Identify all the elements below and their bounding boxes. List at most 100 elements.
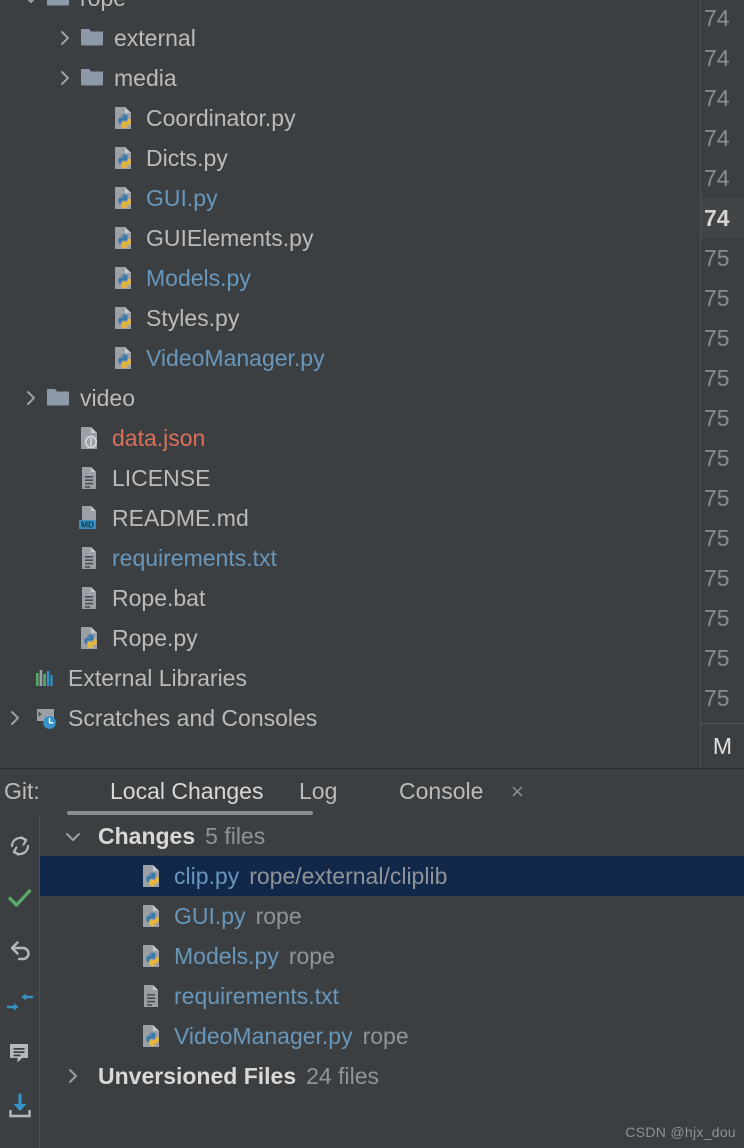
- tab-log[interactable]: Log: [299, 769, 337, 814]
- tree-item-label: requirements.txt: [112, 545, 277, 571]
- tree-item-models-py[interactable]: Models.py: [0, 258, 700, 298]
- markdown-file-icon: MD: [76, 498, 106, 538]
- line-number: 74: [704, 5, 730, 31]
- changed-file-name: GUI.py: [174, 903, 246, 929]
- svg-text:MD: MD: [81, 519, 94, 529]
- tree-item-readme-md[interactable]: MD README.md: [0, 498, 700, 538]
- changed-file-row[interactable]: VideoManager.py rope: [40, 1016, 744, 1056]
- python-file-icon: [138, 896, 168, 936]
- group-label: Unversioned Files: [98, 1063, 297, 1089]
- git-window-label: Git:: [4, 778, 40, 804]
- tree-item-rope-bat[interactable]: Rope.bat: [0, 578, 700, 618]
- tree-item-label: Styles.py: [146, 305, 240, 331]
- chevron-right-icon[interactable]: [60, 1056, 86, 1096]
- tree-item-data-json[interactable]: data.json: [0, 418, 700, 458]
- refresh-icon: [7, 833, 33, 859]
- tree-item-label: video: [80, 385, 135, 411]
- diff-arrows-icon: [6, 989, 34, 1015]
- line-number: 75: [704, 325, 730, 351]
- git-side-toolbar: [0, 816, 40, 1148]
- download-arrow-icon: [7, 1093, 33, 1119]
- group-count: 5 files: [205, 823, 266, 849]
- python-file-icon: [110, 298, 140, 338]
- tree-item-styles-py[interactable]: Styles.py: [0, 298, 700, 338]
- tree-item-guielements-py[interactable]: GUIElements.py: [0, 218, 700, 258]
- changed-file-row[interactable]: requirements.txt: [40, 976, 744, 1016]
- line-number: 75: [704, 405, 730, 431]
- tree-item-label: rope: [80, 0, 126, 18]
- line-number: 75: [704, 645, 730, 671]
- refresh-button[interactable]: [0, 820, 40, 872]
- tree-item-label: LICENSE: [112, 465, 211, 491]
- show-diff-button[interactable]: [0, 976, 40, 1028]
- tree-item-coordinator-py[interactable]: Coordinator.py: [0, 98, 700, 138]
- changed-file-row[interactable]: GUI.py rope: [40, 896, 744, 936]
- chevron-down-icon[interactable]: [60, 816, 86, 856]
- line-number: 75: [704, 285, 730, 311]
- python-file-icon: [110, 258, 140, 298]
- changes-group-unversioned-files[interactable]: Unversioned Files 24 files: [40, 1056, 744, 1096]
- chevron-right-icon[interactable]: [52, 18, 78, 58]
- tree-item-video[interactable]: video: [0, 378, 700, 418]
- chevron-right-icon[interactable]: [2, 698, 28, 738]
- chevron-down-icon[interactable]: [18, 0, 44, 18]
- line-number: 74: [704, 45, 730, 71]
- changes-group-changes[interactable]: Changes 5 files: [40, 816, 744, 856]
- tree-item-dicts-py[interactable]: Dicts.py: [0, 138, 700, 178]
- changed-file-path: rope: [255, 903, 302, 929]
- tree-item-label: Rope.bat: [112, 585, 206, 611]
- text-file-icon: [76, 578, 106, 618]
- changed-file-row[interactable]: Models.py rope: [40, 936, 744, 976]
- editor-bottom-marker: M: [712, 733, 733, 759]
- chevron-right-icon[interactable]: [52, 58, 78, 98]
- changed-file-path: rope: [288, 943, 335, 969]
- git-tool-window: Git: Local Changes Log Console × Changes 5 f…: [0, 768, 744, 1148]
- line-number: 75: [704, 485, 730, 511]
- tree-item-label: GUI.py: [146, 185, 218, 211]
- python-file-icon: [110, 218, 140, 258]
- tab-console[interactable]: Console: [399, 769, 483, 814]
- close-icon[interactable]: ×: [511, 769, 524, 814]
- local-changes-list[interactable]: Changes 5 files clip.py rope/external/clipl…: [40, 816, 744, 1148]
- python-file-icon: [110, 178, 140, 218]
- checkmark-icon: [6, 884, 34, 912]
- line-number: 74: [704, 85, 730, 111]
- project-tree[interactable]: rope external media Coordinator.py Dicts.py G…: [0, 0, 700, 768]
- changed-file-name: clip.py: [174, 863, 240, 889]
- python-file-icon: [138, 1016, 168, 1056]
- tree-item-gui-py[interactable]: GUI.py: [0, 178, 700, 218]
- group-label: Changes: [98, 823, 196, 849]
- tab-local-changes[interactable]: Local Changes: [110, 769, 263, 814]
- tree-item-media[interactable]: media: [0, 58, 700, 98]
- line-number: 75: [704, 445, 730, 471]
- tree-item-external[interactable]: external: [0, 18, 700, 58]
- tree-item-rope-py[interactable]: Rope.py: [0, 618, 700, 658]
- tree-item-videomanager-py[interactable]: VideoManager.py: [0, 338, 700, 378]
- external-libraries-icon: [32, 658, 62, 698]
- line-number: 75: [704, 525, 730, 551]
- changed-file-row[interactable]: clip.py rope/external/cliplib: [40, 856, 744, 896]
- changed-file-name: VideoManager.py: [174, 1023, 353, 1049]
- chevron-right-icon[interactable]: [18, 378, 44, 418]
- text-file-icon: [76, 458, 106, 498]
- line-number: 74: [704, 205, 730, 231]
- tree-item-scratches-and-consoles[interactable]: Scratches and Consoles: [0, 698, 700, 738]
- update-project-button[interactable]: [0, 1080, 40, 1132]
- scratches-icon: [32, 698, 62, 738]
- tree-item-license[interactable]: LICENSE: [0, 458, 700, 498]
- ide-window: rope external media Coordinator.py Dicts.py G…: [0, 0, 744, 1148]
- line-number: 75: [704, 365, 730, 391]
- python-file-icon: [138, 856, 168, 896]
- shelve-button[interactable]: [0, 1028, 40, 1080]
- tree-item-requirements-txt[interactable]: requirements.txt: [0, 538, 700, 578]
- tree-item-external-libraries[interactable]: External Libraries: [0, 658, 700, 698]
- shelf-note-icon: [7, 1041, 33, 1067]
- json-file-icon: [76, 418, 106, 458]
- changed-file-path: rope/external/cliplib: [249, 863, 448, 889]
- commit-button[interactable]: [0, 872, 40, 924]
- line-number: 75: [704, 245, 730, 271]
- rollback-button[interactable]: [0, 924, 40, 976]
- tree-item-rope[interactable]: rope: [0, 0, 700, 18]
- tree-item-label: Models.py: [146, 265, 251, 291]
- watermark: CSDN @hjx_dou: [625, 1124, 736, 1140]
